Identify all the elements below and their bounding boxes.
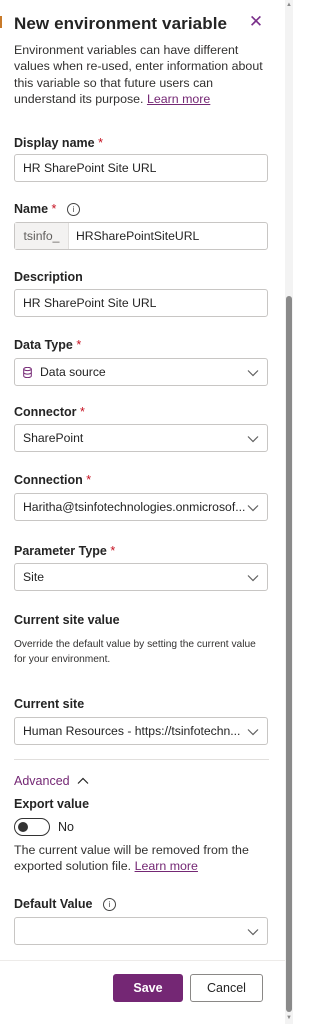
chevron-down-icon — [247, 359, 259, 385]
required-mark: * — [86, 473, 92, 487]
intro-text: Environment variables can have different… — [14, 42, 264, 107]
name-prefix: tsinfo_ — [15, 223, 69, 249]
chevron-down-icon — [247, 564, 259, 590]
scrollbar-thumb[interactable] — [286, 296, 292, 1012]
display-name-label: Display name * — [14, 136, 103, 150]
default-value-dropdown[interactable] — [14, 917, 268, 945]
advanced-toggle[interactable]: Advanced — [14, 774, 89, 788]
required-mark: * — [51, 202, 57, 216]
current-site-dropdown[interactable]: Human Resources - https://tsinfotechn... — [14, 717, 268, 745]
scroll-down-icon[interactable]: ▼ — [286, 1015, 292, 1021]
connection-value: Haritha@tsinfotechnologies.onmicrosof... — [23, 500, 246, 514]
export-learn-more-link[interactable]: Learn more — [135, 859, 198, 873]
required-mark: * — [79, 405, 85, 419]
panel-title: New environment variable — [14, 14, 228, 33]
data-type-value: Data source — [40, 365, 106, 379]
name-value: HRSharePointSiteURL — [76, 229, 200, 243]
chevron-down-icon — [247, 918, 259, 944]
edge-marker — [0, 16, 2, 28]
display-name-value: HR SharePoint Site URL — [23, 161, 157, 175]
default-value-label-text: Default Value — [14, 897, 93, 911]
data-type-label: Data Type * — [14, 338, 81, 352]
default-value-label: Default Value i — [14, 897, 116, 911]
info-icon[interactable]: i — [102, 898, 116, 911]
current-site-value: Human Resources - https://tsinfotechn... — [23, 724, 241, 738]
description-value: HR SharePoint Site URL — [23, 296, 157, 310]
cancel-button[interactable]: Cancel — [190, 974, 263, 1002]
section-divider — [14, 759, 269, 760]
connector-dropdown[interactable]: SharePoint — [14, 424, 268, 452]
name-label: Name * i — [14, 202, 80, 216]
current-site-value-heading: Current site value — [14, 613, 120, 627]
name-input[interactable]: tsinfo_ HRSharePointSiteURL — [14, 222, 268, 250]
export-note: The current value will be removed from t… — [14, 842, 270, 875]
required-mark: * — [76, 338, 82, 352]
scrollbar[interactable]: ▲ ▼ — [285, 0, 293, 1024]
name-label-text: Name — [14, 202, 49, 216]
connection-label-text: Connection — [14, 473, 83, 487]
advanced-label: Advanced — [14, 774, 70, 788]
connector-label-text: Connector — [14, 405, 77, 419]
export-value-label: Export value — [14, 797, 90, 811]
parameter-type-value: Site — [23, 570, 45, 584]
chevron-down-icon — [247, 494, 259, 520]
data-type-dropdown[interactable]: Data source — [14, 358, 268, 386]
info-icon[interactable]: i — [66, 203, 80, 216]
new-environment-variable-panel: New environment variable ✕ Environment v… — [0, 0, 285, 1024]
connection-dropdown[interactable]: Haritha@tsinfotechnologies.onmicrosof... — [14, 493, 268, 521]
export-note-text: The current value will be removed from t… — [14, 843, 249, 874]
chevron-up-icon — [77, 774, 89, 788]
export-value-toggle[interactable] — [14, 818, 50, 836]
save-button[interactable]: Save — [113, 974, 183, 1002]
learn-more-link[interactable]: Learn more — [147, 92, 210, 106]
close-icon[interactable]: ✕ — [247, 13, 265, 31]
parameter-type-label: Parameter Type * — [14, 544, 115, 558]
parameter-type-label-text: Parameter Type — [14, 544, 107, 558]
scroll-up-icon[interactable]: ▲ — [286, 2, 292, 8]
intro-body: Environment variables can have different… — [14, 43, 263, 106]
connector-label: Connector * — [14, 405, 85, 419]
connection-label: Connection * — [14, 473, 91, 487]
display-name-label-text: Display name — [14, 136, 95, 150]
display-name-input[interactable]: HR SharePoint Site URL — [14, 154, 268, 182]
current-site-value-help: Override the default value by setting th… — [14, 639, 256, 665]
current-site-label: Current site — [14, 697, 85, 711]
toggle-knob — [18, 822, 28, 832]
chevron-down-icon — [247, 718, 259, 744]
parameter-type-dropdown[interactable]: Site — [14, 563, 268, 591]
description-input[interactable]: HR SharePoint Site URL — [14, 289, 268, 317]
database-icon — [23, 361, 32, 387]
export-value-state: No — [58, 820, 74, 834]
footer-divider — [0, 960, 285, 961]
required-mark: * — [98, 136, 103, 150]
description-label-text: Description — [14, 270, 83, 284]
chevron-down-icon — [247, 425, 259, 451]
required-mark: * — [110, 544, 116, 558]
connector-value: SharePoint — [23, 431, 84, 445]
data-type-label-text: Data Type — [14, 338, 73, 352]
description-label: Description — [14, 270, 83, 284]
